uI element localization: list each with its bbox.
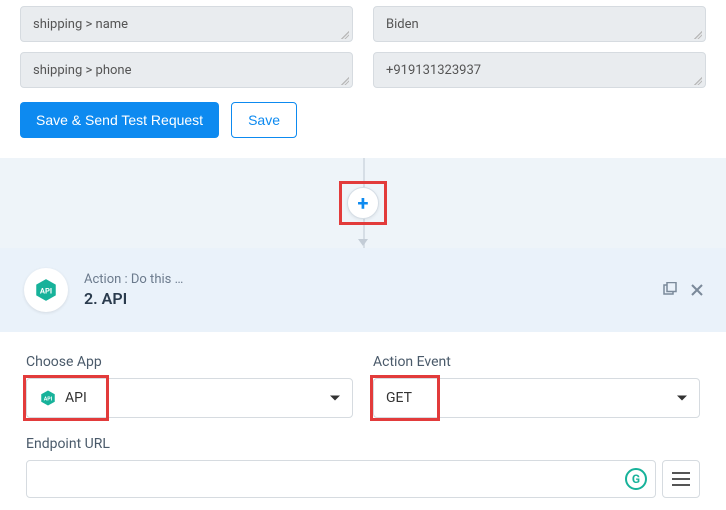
button-row: Save & Send Test Request Save [20,102,706,138]
resize-handle-icon[interactable] [694,31,702,39]
save-button[interactable]: Save [231,102,297,138]
field-value-shipping-phone[interactable]: +919131323937 [373,52,706,88]
close-icon [690,283,704,297]
endpoint-url-input[interactable]: G [26,460,656,498]
add-step-button[interactable]: + [347,187,379,219]
hamburger-icon [672,478,690,480]
action-card: API Action : Do this … 2. API [0,248,726,510]
hamburger-icon [672,484,690,486]
action-subtitle: Action : Do this … [84,272,183,287]
action-titles: Action : Do this … 2. API [84,272,183,308]
form-row-phone: shipping > phone +919131323937 [20,52,706,88]
duplicate-step-button[interactable] [660,281,678,299]
field-value-text: +919131323937 [386,63,481,78]
hexagon-api-icon: API [33,277,59,303]
choose-app-value: API [65,390,87,406]
endpoint-url-input-wrap: G [26,460,700,498]
field-label-shipping-phone[interactable]: shipping > phone [20,52,353,88]
choose-app-field: Choose App API API [26,354,353,418]
action-body: Choose App API API [0,332,726,510]
endpoint-url-label: Endpoint URL [26,436,700,452]
field-label-shipping-name[interactable]: shipping > name [20,6,353,42]
action-event-field: Action Event GET [373,354,700,418]
endpoint-url-menu-button[interactable] [662,460,700,498]
svg-text:API: API [44,396,53,402]
action-header: API Action : Do this … 2. API [0,248,726,332]
request-form-card: shipping > name Biden shipping > phone +… [0,0,726,158]
field-value-text: Biden [386,17,419,32]
endpoint-url-field: Endpoint URL G [26,436,700,498]
chevron-down-icon [330,396,340,401]
action-event-select[interactable]: GET [373,378,700,418]
save-send-test-button[interactable]: Save & Send Test Request [20,102,219,138]
step-connector: + [0,158,726,248]
hexagon-api-icon: API [39,389,57,407]
grammarly-badge-icon[interactable]: G [625,468,647,490]
action-event-value: GET [386,390,412,406]
api-app-icon: API [24,268,68,312]
field-label-text: shipping > name [33,17,128,32]
plus-icon: + [358,191,369,215]
header-actions [660,281,706,299]
main-scroll-container[interactable]: shipping > name Biden shipping > phone +… [0,0,726,510]
resize-handle-icon[interactable] [341,77,349,85]
field-label-text: shipping > phone [33,63,131,78]
svg-text:API: API [40,286,52,295]
action-title: 2. API [84,289,183,308]
copy-icon [661,282,677,298]
connector-arrow-icon [358,239,368,246]
choose-app-select[interactable]: API API [26,378,353,418]
choose-app-label: Choose App [26,354,353,370]
delete-step-button[interactable] [688,281,706,299]
hamburger-icon [672,472,690,474]
resize-handle-icon[interactable] [341,31,349,39]
field-value-shipping-name[interactable]: Biden [373,6,706,42]
action-event-label: Action Event [373,354,700,370]
resize-handle-icon[interactable] [694,77,702,85]
chevron-down-icon [677,396,687,401]
action-fields-row: Choose App API API [26,354,700,418]
form-row-name: shipping > name Biden [20,6,706,42]
